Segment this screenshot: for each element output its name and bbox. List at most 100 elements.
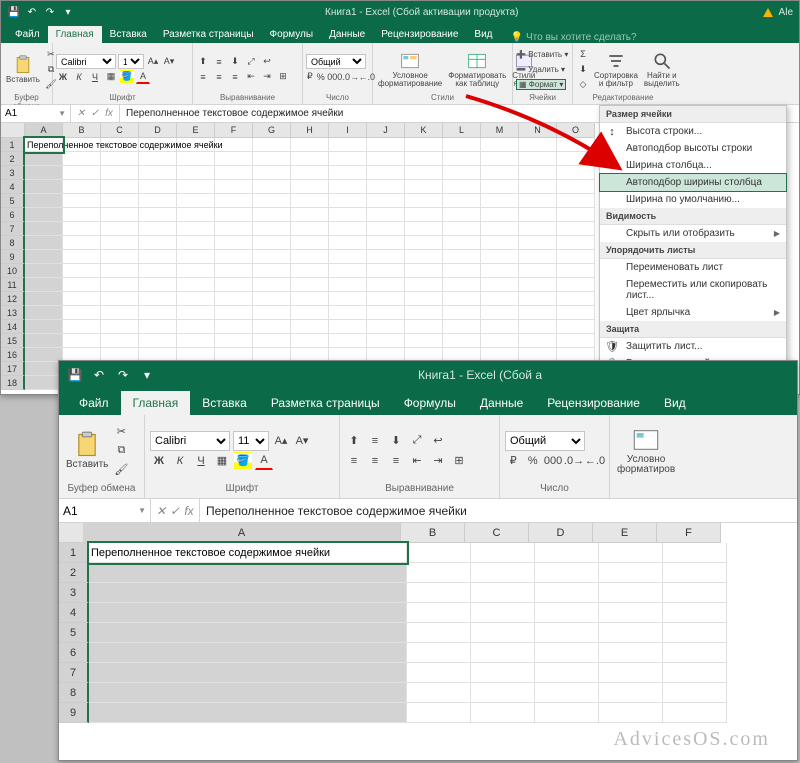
percent-button[interactable]: % — [316, 70, 326, 84]
row-header[interactable]: 11 — [1, 278, 25, 292]
cell[interactable] — [177, 208, 215, 222]
cell[interactable] — [481, 194, 519, 208]
merge-button[interactable]: ⊞ — [450, 452, 468, 470]
cell[interactable] — [481, 250, 519, 264]
name-box[interactable]: A1▼ — [59, 499, 151, 522]
row-header[interactable]: 7 — [1, 222, 25, 236]
cell[interactable] — [557, 138, 595, 152]
cell[interactable] — [367, 208, 405, 222]
increase-font-button[interactable]: A▴ — [272, 432, 290, 450]
cell[interactable] — [407, 563, 471, 583]
insert-cells-button[interactable]: ➕ Вставить ▾ — [516, 50, 568, 59]
cell[interactable] — [443, 208, 481, 222]
percent-button[interactable]: % — [525, 452, 542, 470]
cell[interactable] — [25, 292, 63, 306]
cell[interactable] — [177, 334, 215, 348]
cell[interactable] — [291, 208, 329, 222]
cell[interactable] — [405, 292, 443, 306]
column-header[interactable]: O — [557, 123, 595, 138]
cell[interactable] — [443, 180, 481, 194]
menu-hide-unhide[interactable]: Скрыть или отобразить▶ — [600, 225, 786, 242]
cell[interactable] — [253, 236, 291, 250]
cell[interactable] — [405, 320, 443, 334]
number-format-select[interactable]: Общий — [306, 54, 366, 69]
font-size-select[interactable]: 11 — [118, 54, 144, 69]
column-header[interactable]: K — [405, 123, 443, 138]
cell[interactable] — [663, 683, 727, 703]
cell[interactable] — [177, 264, 215, 278]
wrap-text-button[interactable]: ↩ — [260, 55, 274, 69]
cell[interactable] — [101, 292, 139, 306]
cell[interactable] — [63, 320, 101, 334]
cell[interactable] — [367, 264, 405, 278]
cell[interactable] — [215, 278, 253, 292]
cell[interactable] — [101, 250, 139, 264]
fill-button[interactable]: ⬇ — [576, 62, 590, 76]
cell[interactable] — [215, 306, 253, 320]
cell[interactable] — [405, 250, 443, 264]
cell[interactable] — [101, 208, 139, 222]
cell[interactable] — [557, 180, 595, 194]
cell[interactable] — [367, 236, 405, 250]
find-select-button[interactable]: Найти и выделить — [642, 50, 682, 89]
cell[interactable] — [599, 683, 663, 703]
tab-data[interactable]: Данные — [468, 391, 535, 415]
clear-button[interactable]: ◇ — [576, 77, 590, 91]
cell[interactable] — [253, 278, 291, 292]
fill-color-button[interactable]: 🪣 — [120, 70, 134, 84]
column-header[interactable]: A — [25, 123, 63, 138]
cell[interactable] — [139, 264, 177, 278]
cell[interactable] — [663, 643, 727, 663]
column-header[interactable]: E — [177, 123, 215, 138]
cell[interactable] — [407, 603, 471, 623]
align-middle-button[interactable]: ≡ — [212, 55, 226, 69]
row-header[interactable]: 9 — [59, 703, 89, 723]
font-size-select[interactable]: 11 — [233, 431, 269, 451]
row-header[interactable]: 15 — [1, 334, 25, 348]
undo-icon[interactable]: ↶ — [25, 5, 39, 19]
cell[interactable] — [291, 264, 329, 278]
cell[interactable] — [291, 334, 329, 348]
cell[interactable] — [89, 603, 407, 623]
cut-button[interactable]: ✂ — [112, 423, 130, 441]
cell[interactable] — [535, 663, 599, 683]
row-header[interactable]: 8 — [59, 683, 89, 703]
cell[interactable] — [471, 543, 535, 563]
cell[interactable] — [481, 138, 519, 152]
select-all-button[interactable] — [1, 123, 25, 138]
cell[interactable] — [407, 663, 471, 683]
align-bottom-button[interactable]: ⬇ — [387, 432, 405, 450]
cell[interactable] — [443, 194, 481, 208]
cell[interactable] — [519, 166, 557, 180]
cell[interactable] — [63, 264, 101, 278]
cell[interactable] — [329, 166, 367, 180]
increase-font-button[interactable]: A▴ — [146, 55, 160, 69]
row-header[interactable]: 3 — [59, 583, 89, 603]
cell[interactable] — [535, 683, 599, 703]
cell[interactable] — [177, 180, 215, 194]
cell[interactable] — [329, 222, 367, 236]
cell[interactable] — [443, 320, 481, 334]
menu-default-width[interactable]: Ширина по умолчанию... — [600, 191, 786, 208]
column-header[interactable]: B — [63, 123, 101, 138]
comma-button[interactable]: 000 — [544, 452, 562, 470]
align-center-button[interactable]: ≡ — [212, 70, 226, 84]
cell[interactable] — [215, 194, 253, 208]
cell[interactable] — [25, 306, 63, 320]
cell[interactable] — [519, 278, 557, 292]
cell[interactable] — [177, 194, 215, 208]
redo-icon[interactable]: ↷ — [43, 5, 57, 19]
align-top-button[interactable]: ⬆ — [345, 432, 363, 450]
cell[interactable] — [443, 292, 481, 306]
align-left-button[interactable]: ≡ — [345, 452, 363, 470]
copy-button[interactable]: ⧉ — [112, 442, 130, 460]
menu-autofit-row-height[interactable]: Автоподбор высоты строки — [600, 140, 786, 157]
decrease-indent-button[interactable]: ⇤ — [408, 452, 426, 470]
cell[interactable] — [519, 264, 557, 278]
cell[interactable] — [25, 264, 63, 278]
align-center-button[interactable]: ≡ — [366, 452, 384, 470]
row-header[interactable]: 5 — [1, 194, 25, 208]
cell[interactable] — [471, 663, 535, 683]
cell[interactable] — [253, 250, 291, 264]
cell[interactable] — [89, 583, 407, 603]
